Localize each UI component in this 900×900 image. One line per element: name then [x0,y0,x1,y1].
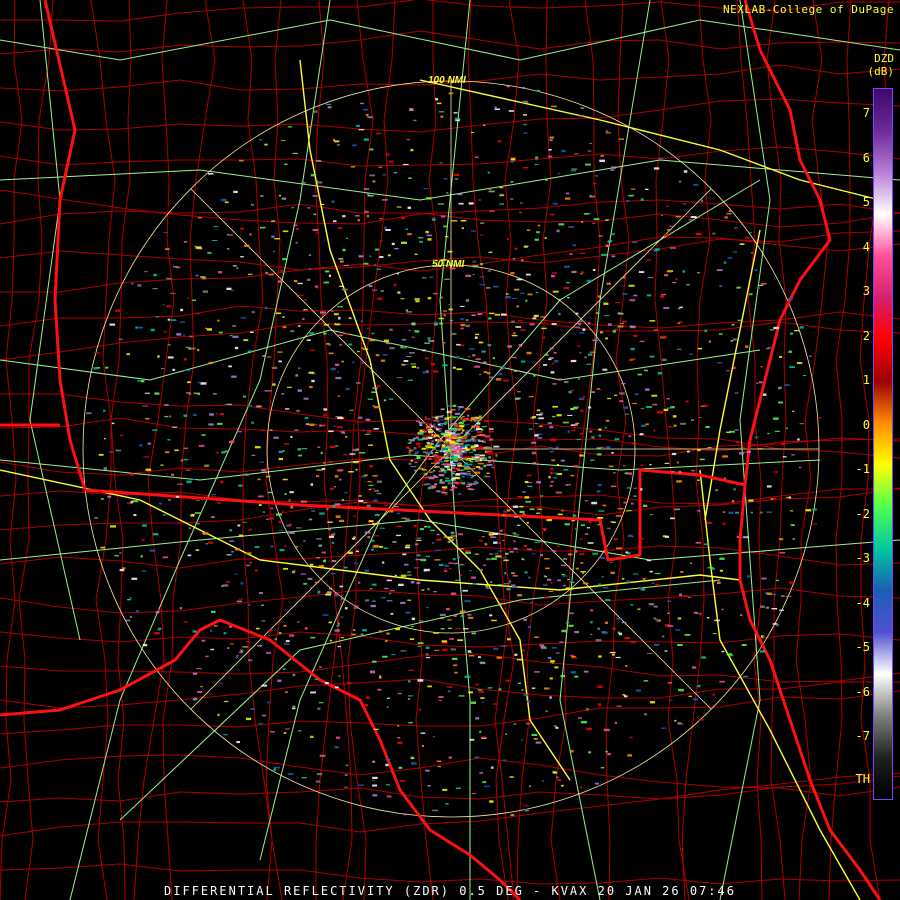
radar-echoes [85,85,822,817]
product-caption: DIFFERENTIAL REFLECTIVITY (ZDR) 0.5 DEG … [164,884,736,898]
legend-unit: (dB) [867,65,895,78]
legend-tick: 7 [862,106,870,120]
legend-tick: -5 [855,640,870,654]
legend-tick: TH [855,772,870,786]
legend-tick: 0 [862,417,870,432]
legend-tick: -7 [855,729,870,743]
legend-tick: 1 [862,373,870,387]
legend-tick: 4 [862,239,870,254]
legend-tick: -2 [855,506,870,521]
color-scale-bar [873,88,893,800]
ring-label-50: 50 NMI [432,259,464,270]
legend-tick: -4 [855,595,870,610]
ring-label-100: 100 NMI [428,75,466,86]
legend-product: DZD [874,52,894,65]
legend-tick: 5 [862,195,870,209]
legend-tick: -1 [855,462,870,476]
legend-tick: 2 [862,328,870,343]
radar-map: 100 NMI 50 NMI [0,0,900,900]
state-border-al-ga [43,0,87,491]
credit-label: NEXLAB-College of DuPage [723,3,894,16]
legend-title: DZD (dB) [866,52,895,78]
legend-tick: 3 [862,284,870,298]
legend-tick: -6 [855,684,870,699]
legend-tick: -3 [855,551,870,565]
state-border-ga-fl [84,468,746,562]
legend-tick: 6 [862,150,870,165]
